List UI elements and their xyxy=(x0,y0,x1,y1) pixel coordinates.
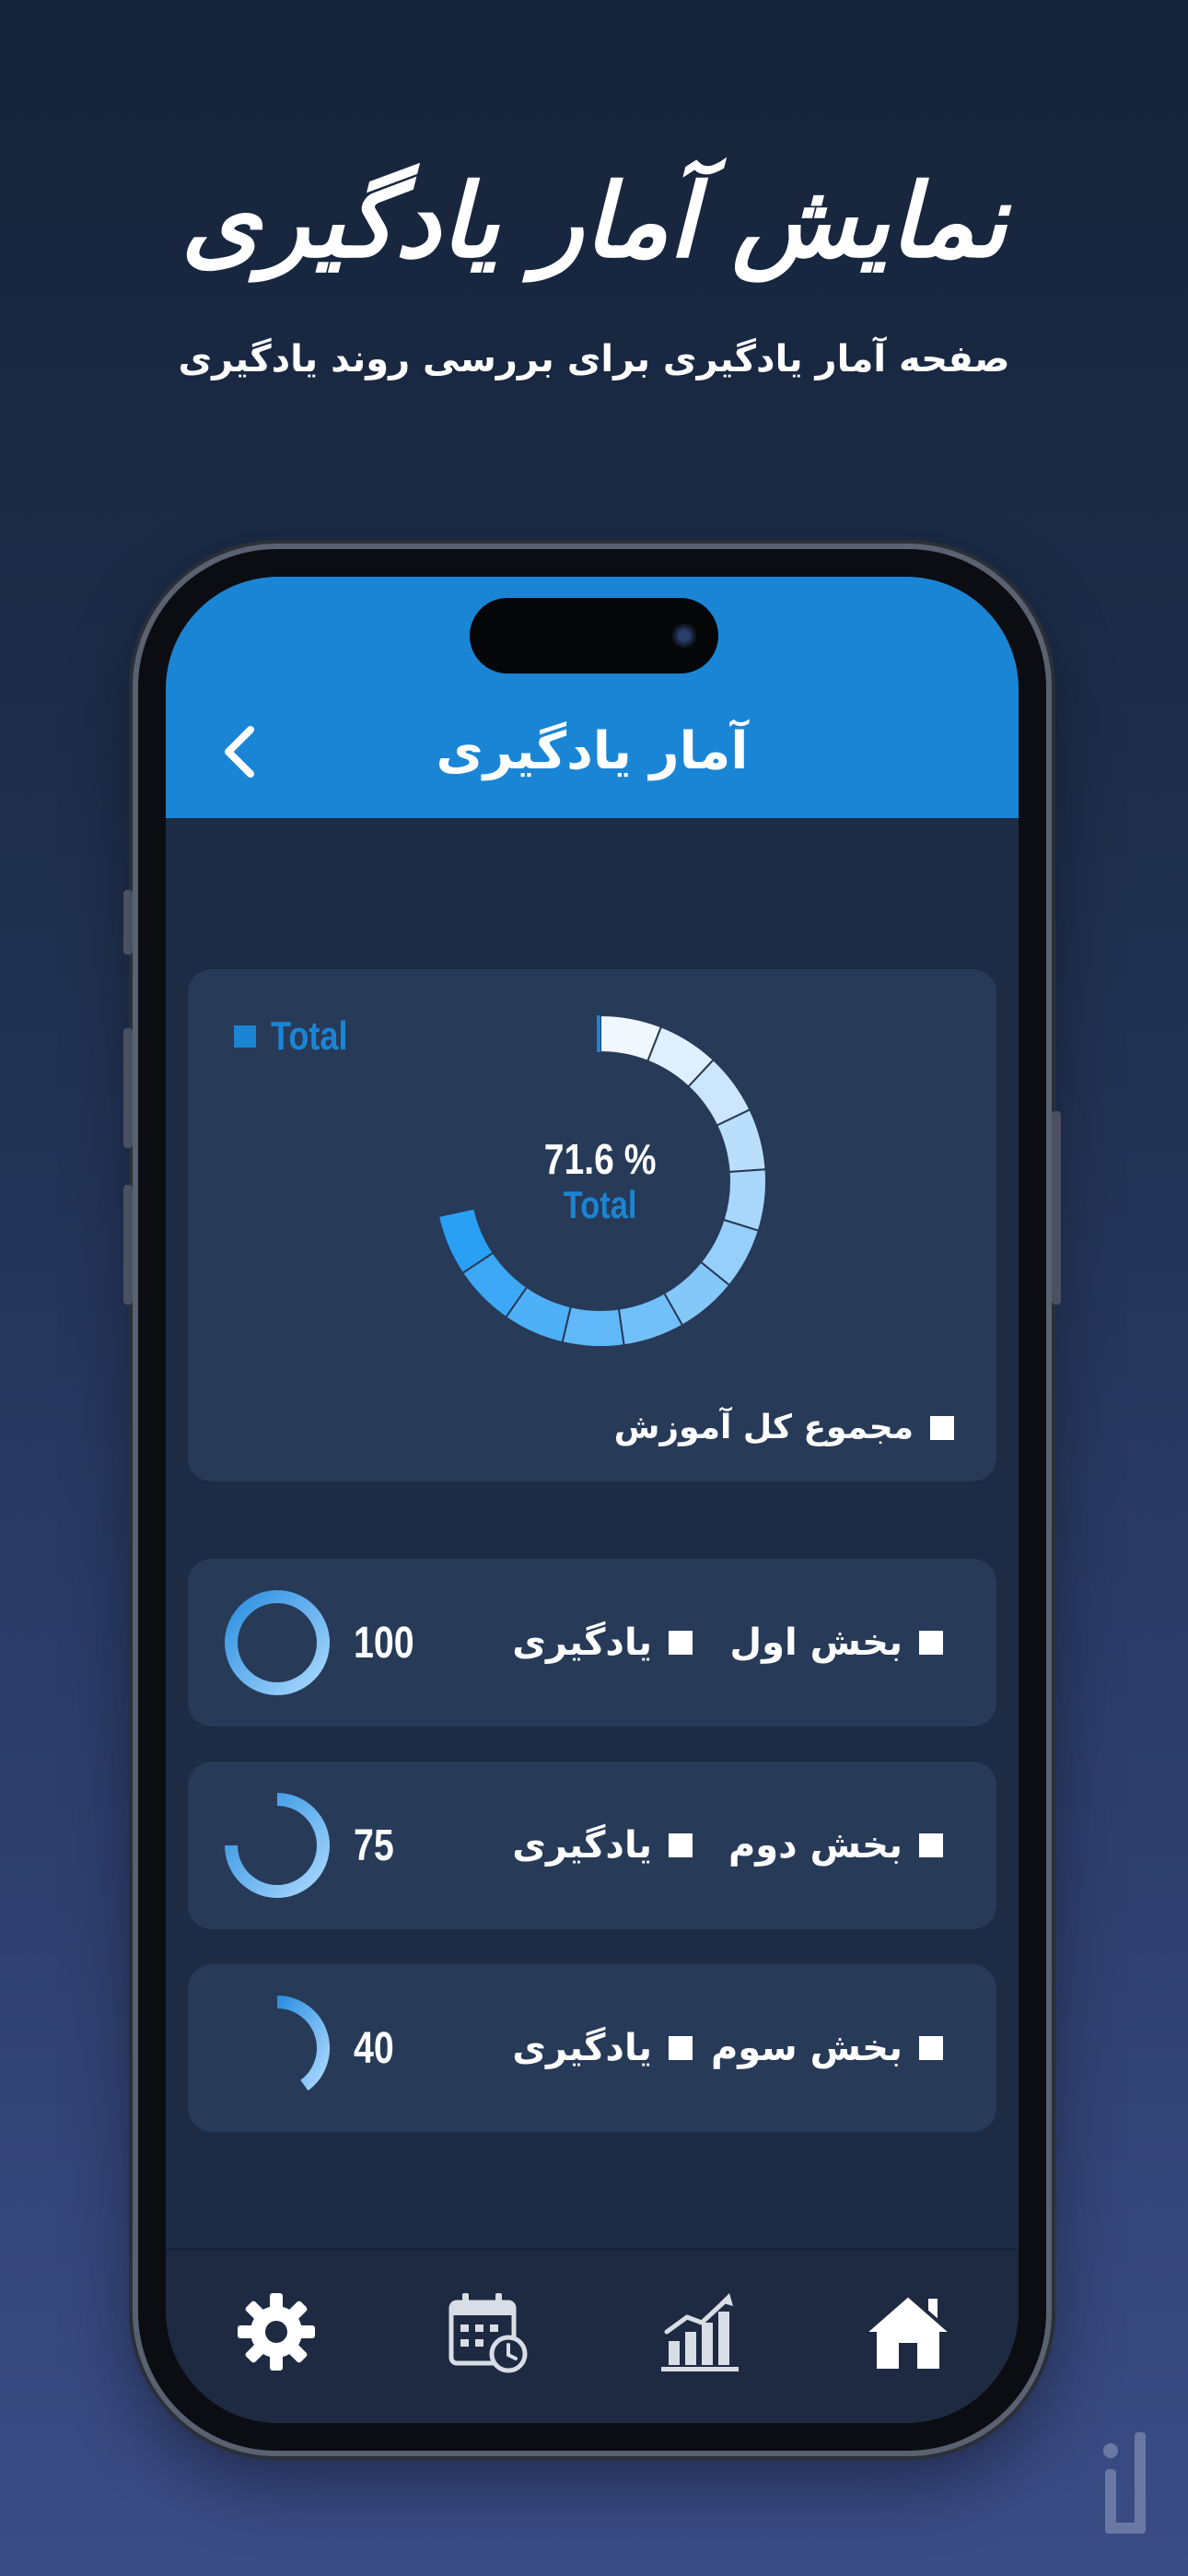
section-name: بخش سوم xyxy=(711,1964,943,2132)
volume-up-button xyxy=(123,1028,133,1148)
section-progress-ring xyxy=(225,1590,330,1695)
nav-home[interactable] xyxy=(853,2281,963,2383)
total-donut-chart: 71.6 % Total xyxy=(425,1006,775,1356)
total-stats-card: Total 71.6 % Total مجموع کل آموزش xyxy=(188,969,996,1481)
camera-icon xyxy=(672,624,696,648)
progress-arc xyxy=(225,1793,330,1898)
section-bullet xyxy=(919,2036,943,2060)
legend-swatch xyxy=(234,1025,256,1048)
bar-chart-icon xyxy=(661,2293,739,2371)
section-bullet xyxy=(919,1631,943,1655)
section-value: 75 xyxy=(354,1821,394,1870)
section-label: بخش اول xyxy=(729,1622,903,1664)
nav-calendar[interactable] xyxy=(433,2281,543,2383)
section-label: بخش دوم xyxy=(728,1824,903,1867)
section-row[interactable]: بخش سوم یادگیری 40 xyxy=(188,1964,996,2132)
volume-down-button xyxy=(123,1185,133,1305)
learn-tag: یادگیری xyxy=(512,1559,693,1727)
caption-bullet xyxy=(930,1415,954,1440)
gear-icon xyxy=(238,2293,315,2371)
silent-switch xyxy=(123,890,133,954)
section-progress-ring xyxy=(276,1996,330,2091)
progress-arc xyxy=(225,1590,330,1695)
total-caption: مجموع کل آموزش xyxy=(614,1409,954,1446)
caption-text: مجموع کل آموزش xyxy=(613,1409,914,1446)
learn-tag: یادگیری xyxy=(512,1762,693,1929)
learn-label: یادگیری xyxy=(512,1622,652,1664)
learn-bullet xyxy=(669,2036,693,2060)
learn-tag: یادگیری xyxy=(512,1964,693,2132)
legend-label: Total xyxy=(271,1013,348,1059)
phone-screen: آمار یادگیری Total 71.6 % Total مجموع کل… xyxy=(166,577,1019,2423)
learn-bullet xyxy=(669,1631,693,1655)
home-indicator xyxy=(460,2401,724,2410)
bottom-nav xyxy=(166,2248,1019,2423)
donut-center: 71.6 % Total xyxy=(425,1006,775,1356)
section-row[interactable]: بخش دوم یادگیری 75 xyxy=(188,1762,996,1929)
section-progress-ring xyxy=(225,1793,330,1898)
donut-percent-label: Total xyxy=(564,1183,637,1226)
progress-arc xyxy=(276,1996,330,2091)
power-button xyxy=(1052,1111,1061,1305)
section-name: بخش اول xyxy=(729,1559,943,1727)
home-icon xyxy=(862,2292,954,2369)
phone-frame: آمار یادگیری Total 71.6 % Total مجموع کل… xyxy=(123,549,1061,2451)
dynamic-island xyxy=(470,598,718,673)
section-row[interactable]: بخش اول یادگیری 100 xyxy=(188,1559,996,1727)
section-value: 100 xyxy=(354,1618,414,1668)
nav-settings[interactable] xyxy=(221,2281,332,2383)
app-header: آمار یادگیری xyxy=(166,577,1019,818)
promo-subtitle: صفحه آمار یادگیری برای بررسی روند یادگیر… xyxy=(178,338,1010,381)
learn-bullet xyxy=(669,1833,693,1857)
donut-percent-text: 71.6 % xyxy=(544,1135,657,1183)
store-watermark-icon xyxy=(1103,2432,1146,2534)
nav-statistics[interactable] xyxy=(645,2281,755,2383)
promo-title: نمایش آمار یادگیری xyxy=(181,162,1007,280)
section-bullet xyxy=(919,1833,943,1857)
section-value: 40 xyxy=(354,2023,394,2073)
learn-label: یادگیری xyxy=(512,2027,652,2069)
section-name: بخش دوم xyxy=(728,1762,943,1929)
learn-label: یادگیری xyxy=(512,1824,652,1867)
section-label: بخش سوم xyxy=(710,2027,903,2069)
chart-legend: Total xyxy=(234,1013,365,1060)
page-title: آمار یادگیری xyxy=(436,721,749,781)
calendar-clock-icon xyxy=(448,2293,528,2373)
